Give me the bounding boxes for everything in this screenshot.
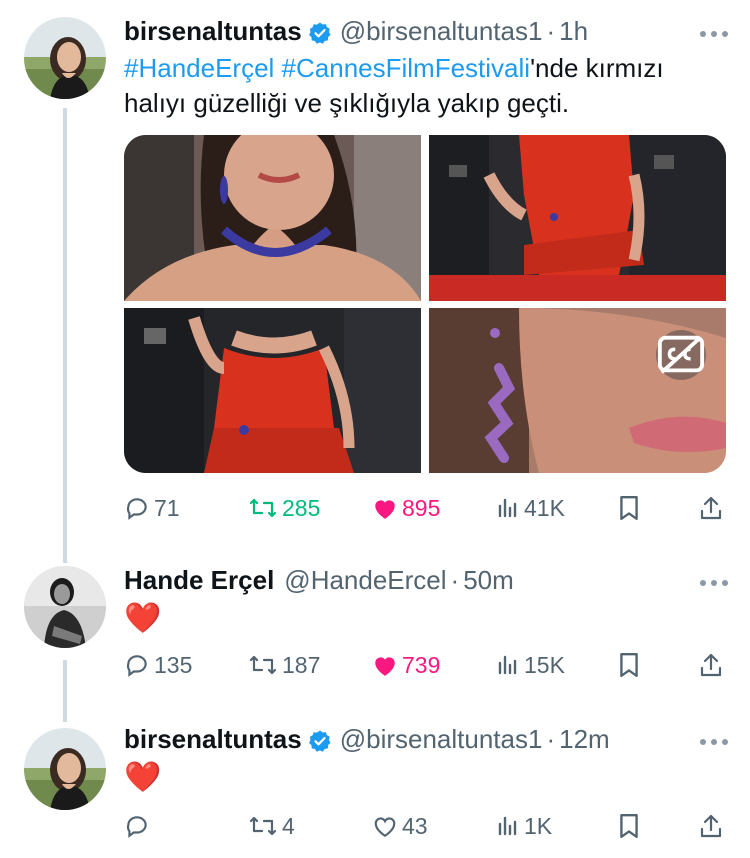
reply-count: 71 <box>154 494 180 521</box>
handle[interactable]: @birsenaltuntas1 <box>340 14 543 48</box>
share-button[interactable] <box>699 491 723 525</box>
separator-dot: · <box>450 565 460 595</box>
retweet-icon <box>249 655 277 675</box>
avatar[interactable] <box>24 728 106 810</box>
display-name[interactable]: birsenaltuntas <box>124 722 302 756</box>
like-button[interactable]: 895 <box>372 491 440 525</box>
retweet-count: 285 <box>282 494 321 521</box>
media-photo-1[interactable] <box>124 135 421 301</box>
views-icon <box>498 816 517 836</box>
share-button[interactable] <box>699 648 723 682</box>
reply-icon <box>126 816 147 838</box>
tweet-header: birsenaltuntas @birsenaltuntas1 · 1h <box>124 14 730 48</box>
bookmark-button[interactable] <box>618 491 640 525</box>
share-button[interactable] <box>699 809 723 843</box>
verified-badge-icon <box>308 19 332 44</box>
media-photo-2[interactable] <box>429 135 726 301</box>
retweet-button[interactable]: 4 <box>248 809 295 843</box>
reply-icon <box>126 498 147 520</box>
tweet-actions: 4 43 1K <box>124 809 730 843</box>
views-button[interactable]: 15K <box>496 648 565 682</box>
tweet-3[interactable]: birsenaltuntas @birsenaltuntas1 · 12m ❤️… <box>0 722 750 858</box>
tweet-2[interactable]: Hande Erçel @HandeErcel · 50m ❤️ 135 187… <box>0 560 750 710</box>
tweet-header: birsenaltuntas @birsenaltuntas1 · 12m <box>124 722 730 756</box>
retweet-button[interactable]: 187 <box>248 648 320 682</box>
tweet-header: Hande Erçel @HandeErcel · 50m <box>124 563 730 597</box>
share-icon <box>700 496 722 520</box>
views-icon <box>498 498 517 518</box>
tweet-text: ❤️ <box>124 602 162 635</box>
views-count: 1K <box>524 812 553 839</box>
avatar[interactable] <box>24 17 106 99</box>
display-name[interactable]: Hande Erçel <box>124 563 274 597</box>
bookmark-button[interactable] <box>618 648 640 682</box>
like-count: 739 <box>402 651 441 678</box>
bookmark-icon <box>620 652 638 678</box>
media-grid <box>124 135 726 473</box>
reply-icon <box>126 655 147 677</box>
more-icon[interactable] <box>698 734 730 745</box>
timestamp[interactable]: 50m <box>463 563 514 597</box>
handle[interactable]: @birsenaltuntas1 <box>340 722 543 756</box>
views-button[interactable]: 41K <box>496 491 565 525</box>
retweet-count: 4 <box>282 812 295 839</box>
avatar[interactable] <box>24 566 106 648</box>
handle[interactable]: @HandeErcel <box>284 563 446 597</box>
hashtag-link[interactable]: #HandeErçel <box>124 53 274 83</box>
like-button[interactable]: 739 <box>372 648 440 682</box>
separator-dot: · <box>546 724 556 754</box>
reply-button[interactable] <box>124 809 154 843</box>
retweet-button[interactable]: 285 <box>248 491 320 525</box>
more-icon[interactable] <box>698 575 730 586</box>
timestamp[interactable]: 1h <box>559 14 588 48</box>
retweet-count: 187 <box>282 651 321 678</box>
captions-icon[interactable] <box>656 330 706 380</box>
hashtag-link[interactable]: #CannesFilmFestivali <box>282 53 531 83</box>
like-icon <box>375 500 395 519</box>
retweet-icon <box>249 498 277 518</box>
media-photo-4[interactable] <box>429 308 726 473</box>
like-icon <box>375 657 395 676</box>
views-icon <box>498 655 517 675</box>
share-icon <box>700 814 722 838</box>
tweet-actions: 71 285 895 41K <box>124 491 730 525</box>
separator-dot: · <box>546 16 556 46</box>
like-icon <box>374 817 396 838</box>
tweet-text: #HandeErçel #CannesFilmFestivali'nde kır… <box>124 51 730 121</box>
like-count: 43 <box>402 812 428 839</box>
tweet-actions: 135 187 739 15K <box>124 648 730 682</box>
more-icon[interactable] <box>698 26 730 37</box>
like-count: 895 <box>402 494 441 521</box>
tweet-text: ❤️ <box>124 761 162 794</box>
share-icon <box>700 653 722 677</box>
timestamp[interactable]: 12m <box>559 722 610 756</box>
retweet-icon <box>249 816 277 836</box>
bookmark-icon <box>620 813 638 839</box>
views-count: 41K <box>524 494 565 521</box>
like-button[interactable]: 43 <box>372 809 428 843</box>
bookmark-button[interactable] <box>618 809 640 843</box>
reply-button[interactable]: 71 <box>124 491 180 525</box>
reply-count: 135 <box>154 651 193 678</box>
views-button[interactable]: 1K <box>496 809 552 843</box>
verified-badge-icon <box>308 727 332 752</box>
media-photo-3[interactable] <box>124 308 421 473</box>
bookmark-icon <box>620 495 638 521</box>
views-count: 15K <box>524 651 565 678</box>
reply-button[interactable]: 135 <box>124 648 192 682</box>
tweet-1[interactable]: birsenaltuntas @birsenaltuntas1 · 1h #Ha… <box>0 0 750 560</box>
display-name[interactable]: birsenaltuntas <box>124 14 302 48</box>
